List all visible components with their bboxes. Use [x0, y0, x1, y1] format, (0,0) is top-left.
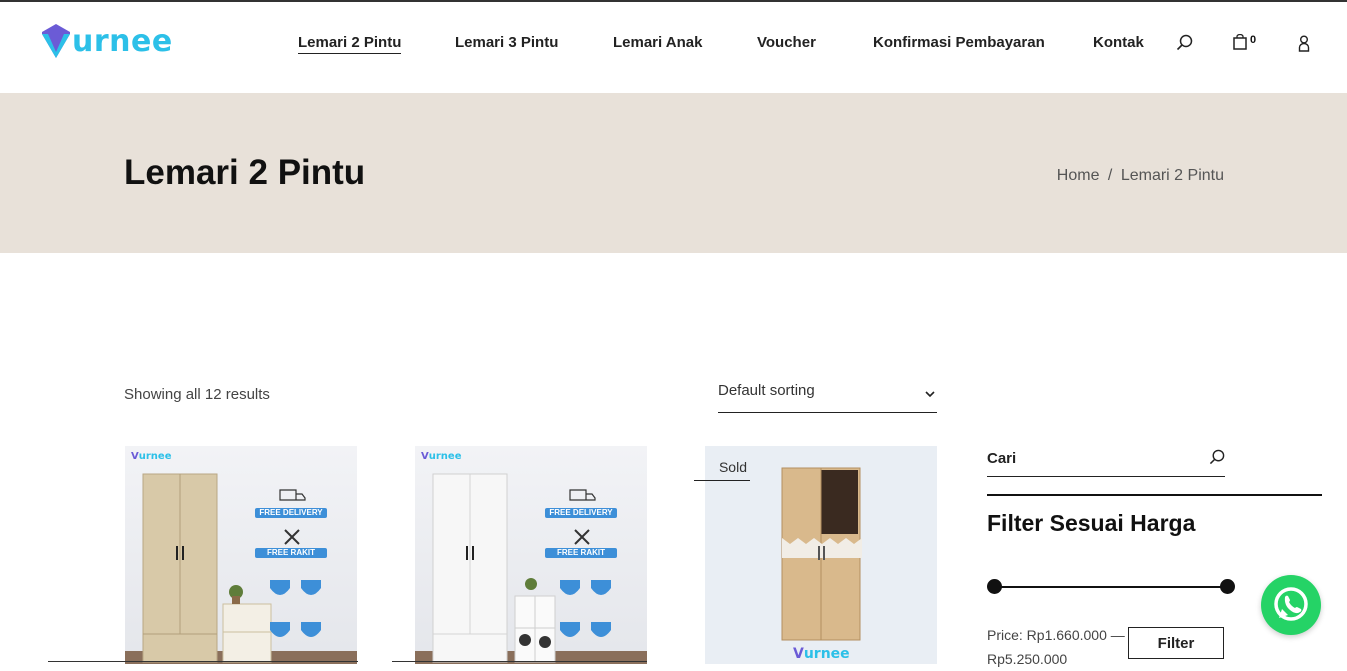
cart-count: 0 [1250, 34, 1257, 46]
breadcrumb-home[interactable]: Home [1057, 167, 1100, 184]
site-logo[interactable]: urnee [40, 24, 173, 60]
product-brand-logo: Vurnee [793, 646, 850, 662]
filter-title: Filter Sesuai Harga [987, 510, 1196, 536]
nav-voucher[interactable]: Voucher [757, 33, 816, 53]
logo-text: urnee [72, 24, 173, 59]
search-icon[interactable] [1209, 449, 1225, 465]
nav-lemari-anak[interactable]: Lemari Anak [613, 33, 702, 53]
whatsapp-icon [1274, 587, 1308, 621]
logo-mark-icon [42, 24, 70, 58]
product-card-2[interactable]: Vurnee FREE DELIVERY FREE RAKIT [415, 446, 647, 664]
bottom-scroll-edge [48, 661, 358, 662]
chevron-down-icon [925, 391, 935, 398]
sort-selected-label: Default sorting [718, 382, 815, 399]
page-banner: Lemari 2 Pintu Home / Lemari 2 Pintu [0, 93, 1347, 253]
page-title: Lemari 2 Pintu [124, 153, 366, 192]
nav-lemari-2-pintu[interactable]: Lemari 2 Pintu [298, 33, 402, 54]
free-delivery-tag: FREE DELIVERY [549, 508, 613, 517]
price-slider-max-handle[interactable] [1220, 579, 1235, 594]
bottom-scroll-edge [392, 661, 647, 662]
product-brand-logo: Vurnee [421, 451, 462, 462]
price-slider-track[interactable] [994, 586, 1227, 588]
sort-select[interactable]: Default sorting [718, 382, 937, 413]
breadcrumb-current: Lemari 2 Pintu [1120, 167, 1224, 184]
nav-kontak[interactable]: Kontak [1093, 33, 1144, 53]
nav-konfirmasi-pembayaran[interactable]: Konfirmasi Pembayaran [873, 33, 1045, 53]
site-header: urnee Lemari 2 Pintu Lemari 3 Pintu Lema… [0, 2, 1347, 93]
search-icon[interactable] [1176, 34, 1193, 51]
nav-lemari-3-pintu[interactable]: Lemari 3 Pintu [455, 33, 558, 53]
whatsapp-button[interactable] [1261, 575, 1321, 635]
breadcrumb-separator: / [1107, 167, 1113, 184]
price-slider-min-handle[interactable] [987, 579, 1002, 594]
product-card-1[interactable]: Vurnee FREE DELIVERY FREE RAKIT [125, 446, 357, 664]
cart-icon[interactable] [1233, 34, 1247, 50]
breadcrumb: Home / Lemari 2 Pintu [1057, 167, 1224, 185]
widget-divider [987, 494, 1322, 496]
sold-badge: Sold [694, 459, 750, 481]
search-input[interactable] [987, 446, 1197, 470]
free-rakit-tag: FREE RAKIT [267, 548, 315, 557]
user-icon[interactable] [1297, 35, 1311, 52]
free-delivery-tag: FREE DELIVERY [259, 508, 323, 517]
product-brand-logo: Vurnee [131, 451, 172, 462]
sidebar-search [987, 446, 1225, 477]
free-rakit-tag: FREE RAKIT [557, 548, 605, 557]
filter-button[interactable]: Filter [1128, 627, 1224, 659]
result-count: Showing all 12 results [124, 386, 270, 403]
